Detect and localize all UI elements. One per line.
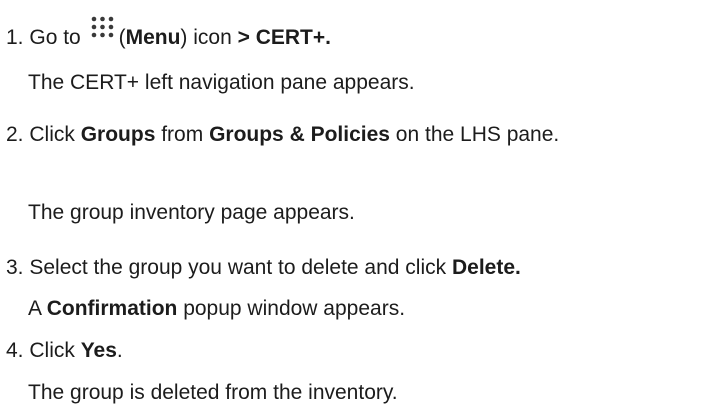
menu-grid-icon bbox=[91, 16, 113, 38]
menu-label: Menu bbox=[125, 26, 181, 49]
yes-label: Yes bbox=[80, 339, 117, 362]
step-4: 4. Click Yes. bbox=[6, 338, 123, 364]
step-3-result: A Confirmation popup window appears. bbox=[28, 296, 405, 322]
step-number: 2. bbox=[6, 123, 24, 146]
step-1-result: The CERT+ left navigation pane appears. bbox=[28, 71, 415, 94]
groups-policies-label: Groups & Policies bbox=[209, 123, 390, 146]
step-text: ( bbox=[118, 26, 126, 49]
delete-label: Delete. bbox=[451, 256, 521, 279]
step-text: ) icon bbox=[180, 26, 232, 49]
step-text: Click bbox=[29, 123, 75, 146]
step-text: from bbox=[161, 123, 204, 146]
groups-label: Groups bbox=[80, 123, 156, 146]
step-number: 1. bbox=[6, 26, 24, 49]
step-text: popup window appears. bbox=[183, 297, 406, 320]
step-number: 4. bbox=[6, 339, 24, 362]
step-text: on the LHS pane. bbox=[395, 123, 560, 146]
step-text: . bbox=[116, 339, 123, 362]
step-number: 3. bbox=[6, 256, 24, 279]
step-text: Go to bbox=[29, 26, 81, 49]
step-1: 1. Go to (Menu) icon > CERT+. bbox=[6, 16, 331, 51]
step-2-result: The group inventory page appears. bbox=[28, 201, 355, 224]
cert-plus-label: > CERT+. bbox=[237, 26, 331, 49]
step-3: 3. Select the group you want to delete a… bbox=[6, 255, 521, 281]
step-4-result: The group is deleted from the inventory. bbox=[28, 381, 398, 404]
step-text: Click bbox=[29, 339, 75, 362]
confirmation-label: Confirmation bbox=[46, 297, 178, 320]
step-2: 2. Click Groups from Groups & Policies o… bbox=[6, 122, 559, 148]
step-text: Select the group you want to delete and … bbox=[29, 256, 447, 279]
step-text: A bbox=[28, 297, 41, 320]
